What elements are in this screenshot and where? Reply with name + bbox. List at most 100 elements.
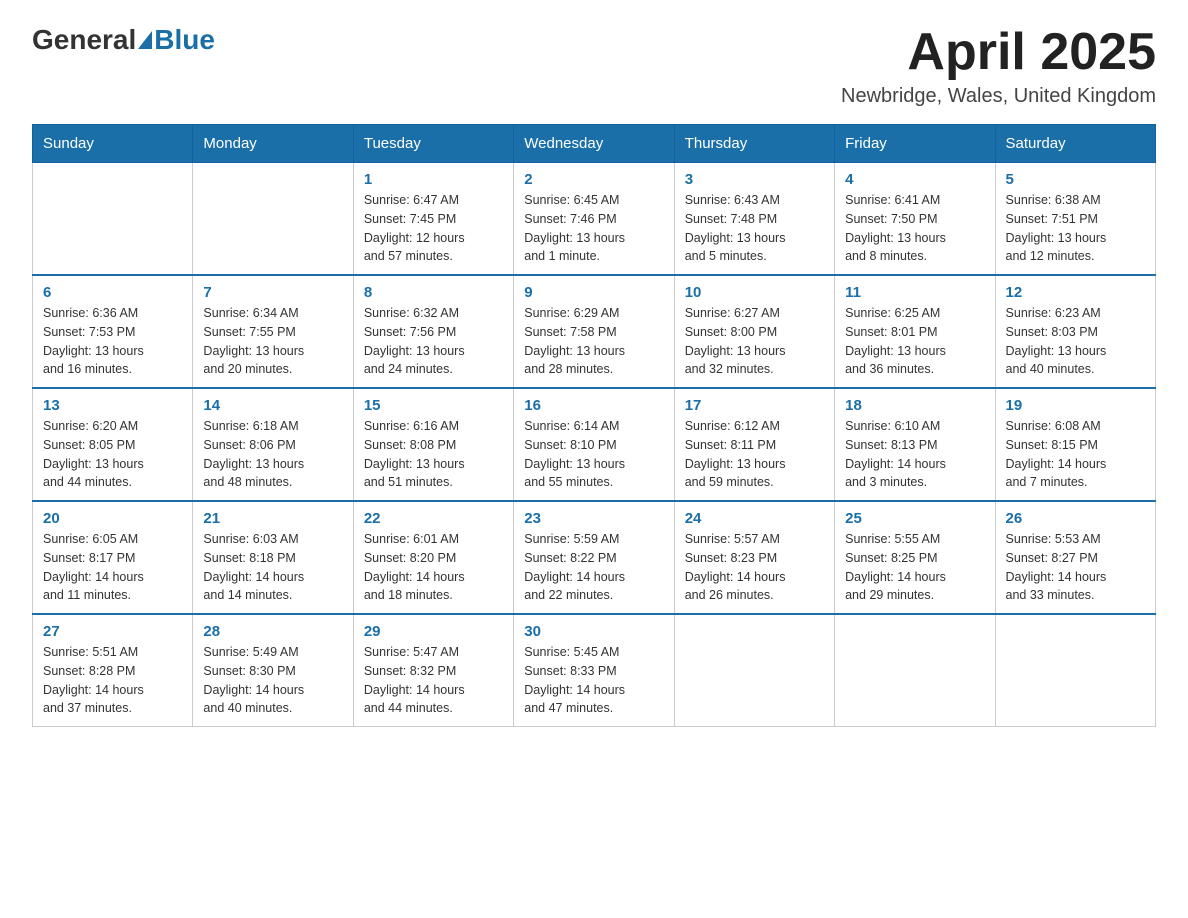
day-info: Sunrise: 6:34 AM Sunset: 7:55 PM Dayligh… <box>203 304 342 379</box>
day-info: Sunrise: 6:14 AM Sunset: 8:10 PM Dayligh… <box>524 417 663 492</box>
calendar-cell: 18 Sunrise: 6:10 AM Sunset: 8:13 PM Dayli… <box>835 388 995 501</box>
weekday-header-sunday: Sunday <box>33 125 193 163</box>
day-info: Sunrise: 5:53 AM Sunset: 8:27 PM Dayligh… <box>1006 530 1145 605</box>
calendar-cell: 26 Sunrise: 5:53 AM Sunset: 8:27 PM Dayli… <box>995 501 1155 614</box>
calendar-cell: 1 Sunrise: 6:47 AM Sunset: 7:45 PM Daylig… <box>353 163 513 276</box>
calendar-cell: 4 Sunrise: 6:41 AM Sunset: 7:50 PM Daylig… <box>835 163 995 276</box>
calendar-cell: 12 Sunrise: 6:23 AM Sunset: 8:03 PM Dayli… <box>995 275 1155 388</box>
calendar-cell: 30 Sunrise: 5:45 AM Sunset: 8:33 PM Dayli… <box>514 614 674 727</box>
day-number: 28 <box>203 623 342 640</box>
day-info: Sunrise: 6:27 AM Sunset: 8:00 PM Dayligh… <box>685 304 824 379</box>
calendar-week-row: 20 Sunrise: 6:05 AM Sunset: 8:17 PM Dayli… <box>33 501 1156 614</box>
day-info: Sunrise: 5:45 AM Sunset: 8:33 PM Dayligh… <box>524 643 663 718</box>
day-number: 7 <box>203 284 342 301</box>
day-number: 13 <box>43 397 182 414</box>
calendar-cell: 21Sunrise: 6:03 AM Sunset: 8:18 PM Dayli… <box>193 501 353 614</box>
day-number: 14 <box>203 397 342 414</box>
calendar-cell: 6 Sunrise: 6:36 AM Sunset: 7:53 PM Daylig… <box>33 275 193 388</box>
calendar-cell: 14 Sunrise: 6:18 AM Sunset: 8:06 PM Dayli… <box>193 388 353 501</box>
day-number: 1 <box>364 171 503 188</box>
day-number: 16 <box>524 397 663 414</box>
calendar-table: SundayMondayTuesdayWednesdayThursdayFrid… <box>32 124 1156 727</box>
day-number: 8 <box>364 284 503 301</box>
day-info: Sunrise: 6:12 AM Sunset: 8:11 PM Dayligh… <box>685 417 824 492</box>
day-info: Sunrise: 5:47 AM Sunset: 8:32 PM Dayligh… <box>364 643 503 718</box>
day-number: 26 <box>1006 510 1145 527</box>
calendar-cell: 2Sunrise: 6:45 AM Sunset: 7:46 PM Daylig… <box>514 163 674 276</box>
day-number: 5 <box>1006 171 1145 188</box>
day-number: 22 <box>364 510 503 527</box>
logo: General Blue <box>32 24 215 56</box>
calendar-cell: 11 Sunrise: 6:25 AM Sunset: 8:01 PM Dayli… <box>835 275 995 388</box>
calendar-cell: 7 Sunrise: 6:34 AM Sunset: 7:55 PM Daylig… <box>193 275 353 388</box>
calendar-cell: 15 Sunrise: 6:16 AM Sunset: 8:08 PM Dayli… <box>353 388 513 501</box>
calendar-cell: 23 Sunrise: 5:59 AM Sunset: 8:22 PM Dayli… <box>514 501 674 614</box>
day-info: Sunrise: 5:55 AM Sunset: 8:25 PM Dayligh… <box>845 530 984 605</box>
day-number: 20 <box>43 510 182 527</box>
calendar-cell: 29 Sunrise: 5:47 AM Sunset: 8:32 PM Dayli… <box>353 614 513 727</box>
day-info: Sunrise: 6:03 AM Sunset: 8:18 PM Dayligh… <box>203 530 342 605</box>
day-number: 27 <box>43 623 182 640</box>
calendar-week-row: 13 Sunrise: 6:20 AM Sunset: 8:05 PM Dayli… <box>33 388 1156 501</box>
calendar-cell: 9Sunrise: 6:29 AM Sunset: 7:58 PM Daylig… <box>514 275 674 388</box>
day-info: Sunrise: 6:20 AM Sunset: 8:05 PM Dayligh… <box>43 417 182 492</box>
weekday-header-wednesday: Wednesday <box>514 125 674 163</box>
calendar-week-row: 27 Sunrise: 5:51 AM Sunset: 8:28 PM Dayli… <box>33 614 1156 727</box>
calendar-cell <box>835 614 995 727</box>
calendar-cell: 13 Sunrise: 6:20 AM Sunset: 8:05 PM Dayli… <box>33 388 193 501</box>
day-number: 6 <box>43 284 182 301</box>
day-info: Sunrise: 6:16 AM Sunset: 8:08 PM Dayligh… <box>364 417 503 492</box>
day-info: Sunrise: 6:01 AM Sunset: 8:20 PM Dayligh… <box>364 530 503 605</box>
calendar-cell: 3Sunrise: 6:43 AM Sunset: 7:48 PM Daylig… <box>674 163 834 276</box>
weekday-header-saturday: Saturday <box>995 125 1155 163</box>
weekday-header-monday: Monday <box>193 125 353 163</box>
calendar-week-row: 1 Sunrise: 6:47 AM Sunset: 7:45 PM Daylig… <box>33 163 1156 276</box>
calendar-cell: 25Sunrise: 5:55 AM Sunset: 8:25 PM Dayli… <box>835 501 995 614</box>
calendar-cell: 28 Sunrise: 5:49 AM Sunset: 8:30 PM Dayli… <box>193 614 353 727</box>
calendar-cell: 17 Sunrise: 6:12 AM Sunset: 8:11 PM Dayli… <box>674 388 834 501</box>
calendar-cell <box>674 614 834 727</box>
day-info: Sunrise: 6:23 AM Sunset: 8:03 PM Dayligh… <box>1006 304 1145 379</box>
day-info: Sunrise: 6:29 AM Sunset: 7:58 PM Dayligh… <box>524 304 663 379</box>
calendar-cell: 10Sunrise: 6:27 AM Sunset: 8:00 PM Dayli… <box>674 275 834 388</box>
day-info: Sunrise: 6:38 AM Sunset: 7:51 PM Dayligh… <box>1006 191 1145 266</box>
calendar-cell: 8Sunrise: 6:32 AM Sunset: 7:56 PM Daylig… <box>353 275 513 388</box>
calendar-cell: 24Sunrise: 5:57 AM Sunset: 8:23 PM Dayli… <box>674 501 834 614</box>
day-number: 17 <box>685 397 824 414</box>
calendar-cell: 19 Sunrise: 6:08 AM Sunset: 8:15 PM Dayli… <box>995 388 1155 501</box>
day-number: 23 <box>524 510 663 527</box>
day-info: Sunrise: 6:47 AM Sunset: 7:45 PM Dayligh… <box>364 191 503 266</box>
day-info: Sunrise: 5:51 AM Sunset: 8:28 PM Dayligh… <box>43 643 182 718</box>
month-title: April 2025 <box>841 24 1156 81</box>
logo-triangle-icon <box>138 31 152 49</box>
day-number: 29 <box>364 623 503 640</box>
calendar-cell <box>33 163 193 276</box>
day-number: 4 <box>845 171 984 188</box>
calendar-week-row: 6 Sunrise: 6:36 AM Sunset: 7:53 PM Daylig… <box>33 275 1156 388</box>
day-number: 12 <box>1006 284 1145 301</box>
calendar-cell: 22 Sunrise: 6:01 AM Sunset: 8:20 PM Dayli… <box>353 501 513 614</box>
day-number: 18 <box>845 397 984 414</box>
day-info: Sunrise: 6:08 AM Sunset: 8:15 PM Dayligh… <box>1006 417 1145 492</box>
calendar-cell <box>193 163 353 276</box>
day-info: Sunrise: 6:18 AM Sunset: 8:06 PM Dayligh… <box>203 417 342 492</box>
weekday-header-row: SundayMondayTuesdayWednesdayThursdayFrid… <box>33 125 1156 163</box>
day-info: Sunrise: 6:10 AM Sunset: 8:13 PM Dayligh… <box>845 417 984 492</box>
day-info: Sunrise: 5:59 AM Sunset: 8:22 PM Dayligh… <box>524 530 663 605</box>
day-info: Sunrise: 5:49 AM Sunset: 8:30 PM Dayligh… <box>203 643 342 718</box>
weekday-header-thursday: Thursday <box>674 125 834 163</box>
day-number: 11 <box>845 284 984 301</box>
day-number: 15 <box>364 397 503 414</box>
day-number: 19 <box>1006 397 1145 414</box>
weekday-header-friday: Friday <box>835 125 995 163</box>
day-info: Sunrise: 6:41 AM Sunset: 7:50 PM Dayligh… <box>845 191 984 266</box>
day-number: 30 <box>524 623 663 640</box>
day-info: Sunrise: 6:25 AM Sunset: 8:01 PM Dayligh… <box>845 304 984 379</box>
calendar-cell <box>995 614 1155 727</box>
day-info: Sunrise: 6:05 AM Sunset: 8:17 PM Dayligh… <box>43 530 182 605</box>
day-number: 2 <box>524 171 663 188</box>
calendar-cell: 27 Sunrise: 5:51 AM Sunset: 8:28 PM Dayli… <box>33 614 193 727</box>
calendar-cell: 5 Sunrise: 6:38 AM Sunset: 7:51 PM Daylig… <box>995 163 1155 276</box>
title-area: April 2025 Newbridge, Wales, United King… <box>841 24 1156 108</box>
day-info: Sunrise: 6:36 AM Sunset: 7:53 PM Dayligh… <box>43 304 182 379</box>
